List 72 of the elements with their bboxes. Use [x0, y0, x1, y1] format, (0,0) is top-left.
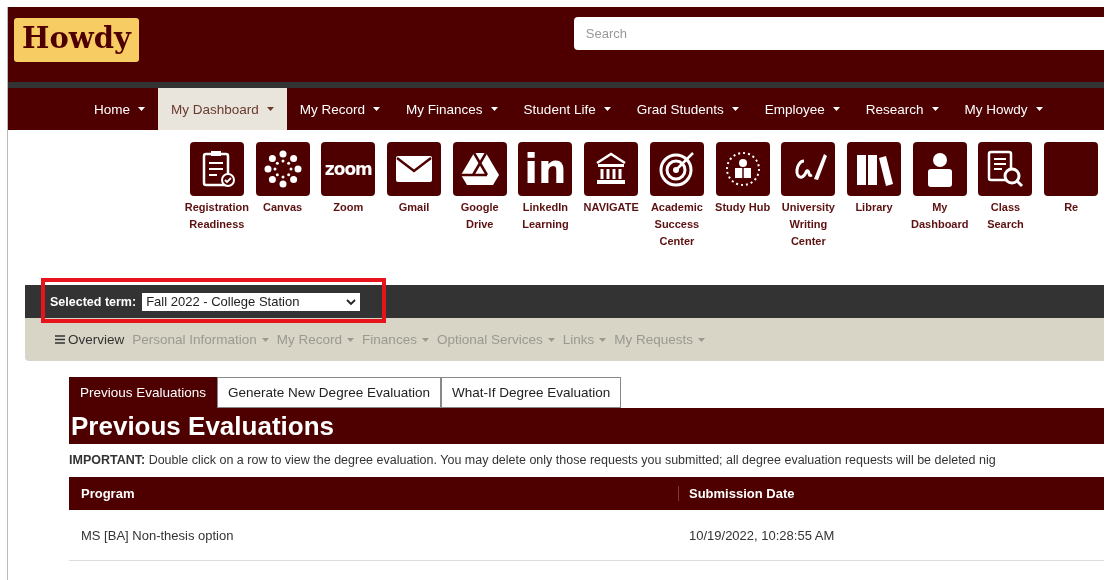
app-label[interactable]: LinkedIn Learning — [512, 199, 579, 233]
app-label[interactable]: University Writing Center — [775, 199, 842, 250]
app-tile[interactable]: zoom — [321, 142, 376, 196]
logo-icon: zoom — [324, 160, 372, 178]
app-tile[interactable] — [649, 142, 704, 196]
app-label[interactable]: Class Search — [972, 199, 1039, 233]
section-title: Previous Evaluations — [69, 408, 1104, 444]
app-label[interactable]: NAVIGATE — [583, 199, 639, 216]
nav-item[interactable]: Employee — [751, 88, 853, 130]
caret-icon — [261, 337, 269, 342]
caret-icon — [731, 107, 739, 111]
app-label[interactable]: Registration Readiness — [184, 199, 250, 233]
tab[interactable]: Generate New Degree Evaluation — [217, 377, 441, 408]
app-label[interactable]: Academic Success Center — [644, 199, 710, 250]
app-tile[interactable]: in — [518, 142, 573, 196]
caret-icon — [599, 337, 607, 342]
caret-icon — [490, 107, 498, 111]
app-label[interactable]: My Dashboard — [906, 199, 973, 233]
app-label[interactable]: Re — [1064, 199, 1079, 216]
table-cell-text: 10/19/2022, 10:28:55 AM — [688, 527, 835, 543]
app-tile[interactable] — [715, 142, 770, 196]
canvas-icon — [262, 149, 303, 189]
caret-icon — [347, 337, 355, 342]
nav-item[interactable]: Research — [852, 88, 952, 130]
app-tile[interactable] — [912, 142, 967, 196]
app-tile[interactable] — [847, 142, 902, 196]
term-select[interactable]: Fall 2022 - College Station — [142, 292, 361, 311]
nav-item[interactable]: Home — [81, 88, 158, 130]
caret-icon — [421, 337, 429, 342]
table-cell-text: MS [BA] Non-thesis option — [80, 527, 235, 543]
nav-item[interactable]: My Finances — [393, 88, 511, 130]
app-tile[interactable] — [255, 142, 310, 196]
nav-item[interactable]: Grad Students — [623, 88, 752, 130]
app-label[interactable]: Canvas — [263, 199, 303, 216]
app-tile[interactable] — [387, 142, 441, 196]
logo-icon: in — [524, 149, 567, 189]
column-header: Submission Date — [688, 486, 795, 501]
app-label[interactable]: Study Hub — [715, 199, 771, 216]
logo[interactable]: Howdy — [14, 18, 139, 62]
term-label: Selected term: — [50, 294, 137, 309]
nav-item[interactable]: My Record — [286, 88, 394, 130]
tab[interactable]: What-If Degree Evaluation — [440, 377, 622, 408]
app-label[interactable]: Library — [855, 199, 893, 216]
column-header: Program — [69, 486, 679, 501]
app-label[interactable]: Gmail — [398, 199, 430, 216]
menu-icon — [55, 335, 65, 344]
caret-icon — [931, 107, 939, 111]
caret-icon — [547, 337, 555, 342]
app-tile[interactable] — [1044, 142, 1099, 196]
caret-icon — [266, 107, 274, 111]
app-tile[interactable] — [978, 142, 1033, 196]
app-tile[interactable] — [584, 142, 639, 196]
overview-link[interactable]: Overview — [55, 332, 125, 347]
search-icon — [985, 149, 1026, 189]
chevron-icon — [346, 298, 357, 305]
caret-icon — [832, 107, 840, 111]
app-label[interactable]: Google Drive — [446, 199, 513, 233]
app-tile[interactable] — [781, 142, 836, 196]
nav-item[interactable]: Student Life — [510, 88, 624, 130]
app-tile[interactable] — [452, 142, 507, 196]
caret-icon — [698, 337, 705, 342]
nav-item[interactable]: My Dashboard — [158, 88, 287, 130]
caret-icon — [1035, 107, 1043, 111]
caret-icon — [373, 107, 381, 111]
app-tile[interactable] — [189, 142, 244, 196]
caret-icon — [603, 107, 611, 111]
app-label[interactable]: Zoom — [333, 199, 364, 216]
search-field[interactable]: Search — [573, 17, 1104, 50]
caret-icon — [138, 107, 145, 111]
notice-text: IMPORTANT: Double click on a row to view the degree evaluation. You may delete only those requests you submitted; all degree evaluation requests will be deleted nig — [69, 452, 997, 469]
tab[interactable]: Previous Evaluations — [69, 377, 218, 408]
nav-item[interactable]: My Howdy — [951, 88, 1056, 130]
